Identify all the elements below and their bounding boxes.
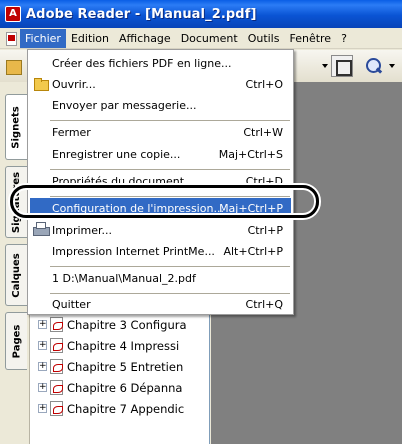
shortcut-label: Alt+Ctrl+P bbox=[223, 245, 283, 258]
bookmark-item[interactable]: + Chapitre 3 Configura bbox=[38, 314, 210, 335]
open-folder-icon bbox=[34, 77, 49, 91]
expand-icon[interactable]: + bbox=[38, 383, 47, 392]
bookmark-page-icon bbox=[50, 401, 63, 416]
window-title: Adobe Reader - [Manual_2.pdf] bbox=[26, 6, 257, 22]
menu-help[interactable]: ? bbox=[336, 29, 352, 48]
menu-item-save-copy[interactable]: Enregistrer une copie... Maj+Ctrl+S bbox=[30, 144, 291, 165]
menu-separator bbox=[50, 120, 290, 121]
menu-item-print[interactable]: Imprimer... Ctrl+P bbox=[30, 220, 291, 241]
title-bar[interactable]: A Adobe Reader - [Manual_2.pdf] bbox=[0, 0, 402, 28]
bookmark-label: Chapitre 3 Configura bbox=[67, 317, 187, 332]
file-menu-dropdown: Créer des fichiers PDF en ligne... Ouvri… bbox=[27, 49, 294, 315]
bookmark-list: + Chapitre 3 Configura + Chapitre 4 Impr… bbox=[38, 314, 210, 419]
menu-outils[interactable]: Outils bbox=[243, 29, 285, 48]
menu-item-quit[interactable]: Quitter Ctrl+Q bbox=[30, 294, 291, 315]
shortcut-label: Ctrl+D bbox=[245, 175, 283, 188]
tab-calques[interactable]: Calques bbox=[5, 244, 27, 306]
shortcut-label: Ctrl+W bbox=[243, 126, 283, 139]
shortcut-label: Maj+Ctrl+P bbox=[219, 202, 283, 215]
shortcut-label: Ctrl+P bbox=[247, 224, 283, 237]
bookmark-item[interactable]: + Chapitre 5 Entretien bbox=[38, 356, 210, 377]
tab-pages[interactable]: Pages bbox=[5, 312, 27, 370]
menu-item-printme[interactable]: Impression Internet PrintMe... Alt+Ctrl+… bbox=[30, 241, 291, 262]
tab-signets[interactable]: Signets bbox=[5, 94, 27, 160]
menu-bar: Fichier Edition Affichage Document Outil… bbox=[0, 28, 402, 49]
tab-signatures[interactable]: Signatures bbox=[5, 166, 27, 238]
bookmark-page-icon bbox=[50, 359, 63, 374]
bookmark-label: Chapitre 4 Impressi bbox=[67, 338, 180, 353]
adobe-reader-window: A Adobe Reader - [Manual_2.pdf] Fichier … bbox=[0, 0, 402, 444]
menu-fichier[interactable]: Fichier bbox=[20, 28, 66, 48]
bookmark-item[interactable]: + Chapitre 4 Impressi bbox=[38, 335, 210, 356]
menu-item-create-pdf-online[interactable]: Créer des fichiers PDF en ligne... bbox=[30, 53, 291, 74]
shortcut-label: Maj+Ctrl+S bbox=[218, 148, 283, 161]
zoom-in-icon[interactable] bbox=[362, 55, 384, 77]
bookmark-label: Chapitre 7 Appendic bbox=[67, 401, 185, 416]
menu-item-send-email[interactable]: Envoyer par messagerie... bbox=[30, 95, 291, 116]
menu-item-close[interactable]: Fermer Ctrl+W bbox=[30, 122, 291, 143]
zoom-dropdown-arrow-icon[interactable] bbox=[386, 55, 396, 77]
expand-icon[interactable]: + bbox=[38, 404, 47, 413]
bookmark-item[interactable]: + Chapitre 7 Appendic bbox=[38, 398, 210, 419]
menu-item-open[interactable]: Ouvrir... Ctrl+O bbox=[30, 74, 291, 95]
navigation-tabs: Signets Signatures Calques Pages bbox=[0, 82, 30, 444]
printer-icon bbox=[33, 222, 50, 236]
menu-item-recent-file[interactable]: 1 D:\Manual\Manual_2.pdf bbox=[30, 268, 291, 289]
bookmark-label: Chapitre 5 Entretien bbox=[67, 359, 184, 374]
menu-separator bbox=[50, 266, 290, 267]
menu-document[interactable]: Document bbox=[176, 29, 243, 48]
menu-separator bbox=[50, 196, 290, 197]
open-folder-icon[interactable] bbox=[2, 55, 24, 77]
menu-item-print-setup[interactable]: Configuration de l'impression... Maj+Ctr… bbox=[30, 198, 291, 219]
bookmark-item[interactable]: + Chapitre 6 Dépanna bbox=[38, 377, 210, 398]
shortcut-label: Ctrl+O bbox=[245, 78, 283, 91]
adobe-reader-logo-icon: A bbox=[5, 6, 21, 22]
expand-icon[interactable]: + bbox=[38, 362, 47, 371]
menu-item-document-properties[interactable]: Propriétés du document... Ctrl+D bbox=[30, 171, 291, 192]
fit-page-icon[interactable] bbox=[331, 55, 353, 77]
expand-icon[interactable]: + bbox=[38, 341, 47, 350]
document-icon[interactable] bbox=[4, 31, 18, 46]
menu-fenetre[interactable]: Fenêtre bbox=[284, 29, 336, 48]
bookmark-page-icon bbox=[50, 338, 63, 353]
bookmark-label: Chapitre 6 Dépanna bbox=[67, 380, 183, 395]
expand-icon[interactable]: + bbox=[38, 320, 47, 329]
bookmark-page-icon bbox=[50, 317, 63, 332]
shortcut-label: Ctrl+Q bbox=[245, 298, 283, 311]
dropdown-arrow-icon[interactable] bbox=[318, 55, 330, 77]
menu-separator bbox=[50, 169, 290, 170]
menu-affichage[interactable]: Affichage bbox=[114, 29, 176, 48]
menu-edition[interactable]: Edition bbox=[66, 29, 114, 48]
bookmark-page-icon bbox=[50, 380, 63, 395]
